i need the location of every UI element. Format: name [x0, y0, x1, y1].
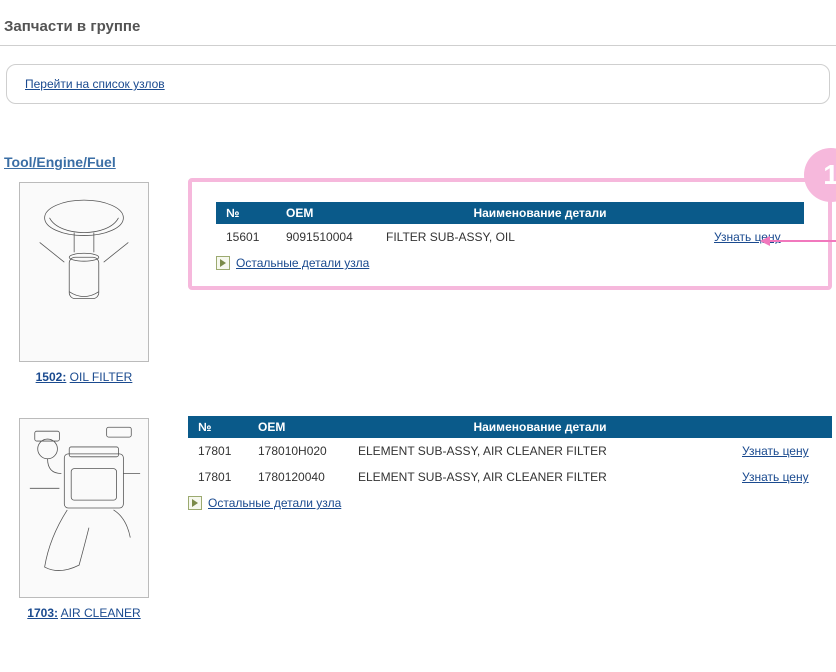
col-oem: OEM: [276, 202, 376, 224]
thumbnail-caption[interactable]: 1502: OIL FILTER: [4, 370, 164, 384]
diagram-icon: [20, 183, 148, 361]
go-to-nodes-link[interactable]: Перейти на список узлов: [25, 77, 165, 91]
cell-name: ELEMENT SUB-ASSY, AIR CLEANER FILTER: [348, 464, 732, 490]
callout-arrow-icon: [768, 240, 836, 242]
group-code: 1502:: [36, 370, 67, 384]
cell-price: Узнать цену: [732, 464, 832, 490]
col-no: №: [216, 202, 276, 224]
table-column: № OEM Наименование детали 17801 178010H0…: [188, 412, 832, 510]
group-title: AIR CLEANER: [61, 606, 141, 620]
section-link[interactable]: Tool/Engine/Fuel: [4, 154, 116, 170]
price-link[interactable]: Узнать цену: [742, 470, 809, 484]
cell-name: FILTER SUB-ASSY, OIL: [376, 224, 704, 250]
cell-no: 15601: [216, 224, 276, 250]
cell-no: 17801: [188, 438, 248, 464]
col-price: [704, 202, 804, 224]
cell-price: Узнать цену: [704, 224, 804, 250]
diagram-icon: [20, 419, 148, 597]
page-title: Запчасти в группе: [0, 0, 836, 45]
col-oem: OEM: [248, 416, 348, 438]
group-title: OIL FILTER: [70, 370, 133, 384]
expand-icon[interactable]: [216, 256, 230, 270]
rest-parts-row: Остальные детали узла: [216, 250, 804, 270]
price-link[interactable]: Узнать цену: [742, 444, 809, 458]
col-name: Наименование детали: [376, 202, 704, 224]
table-row: 17801 178010H020 ELEMENT SUB-ASSY, AIR C…: [188, 438, 832, 464]
cell-name: ELEMENT SUB-ASSY, AIR CLEANER FILTER: [348, 438, 732, 464]
callout-badge: 1: [804, 148, 836, 202]
thumbnail-column: 1502: OIL FILTER: [4, 176, 164, 384]
rest-parts-link[interactable]: Остальные детали узла: [236, 256, 369, 270]
nodes-link-box: Перейти на список узлов: [6, 64, 830, 104]
table-row: 15601 9091510004 FILTER SUB-ASSY, OIL Уз…: [216, 224, 804, 250]
expand-icon[interactable]: [188, 496, 202, 510]
part-group: 1502: OIL FILTER 1 № OEM Наименование де…: [0, 176, 836, 384]
parts-table: № OEM Наименование детали 17801 178010H0…: [188, 416, 832, 490]
group-code: 1703:: [27, 606, 58, 620]
part-group: 1703: AIR CLEANER № OEM Наименование дет…: [0, 412, 836, 620]
part-diagram-thumbnail[interactable]: [19, 182, 149, 362]
parts-table: № OEM Наименование детали 15601 90915100…: [216, 202, 804, 250]
rest-parts-link[interactable]: Остальные детали узла: [208, 496, 341, 510]
cell-no: 17801: [188, 464, 248, 490]
divider: [0, 45, 836, 46]
thumbnail-caption[interactable]: 1703: AIR CLEANER: [4, 606, 164, 620]
cell-oem: 178010H020: [248, 438, 348, 464]
highlighted-area: 1 № OEM Наименование детали 15601 909151…: [188, 178, 832, 290]
col-name: Наименование детали: [348, 416, 732, 438]
cell-oem: 1780120040: [248, 464, 348, 490]
part-diagram-thumbnail[interactable]: [19, 418, 149, 598]
cell-oem: 9091510004: [276, 224, 376, 250]
thumbnail-column: 1703: AIR CLEANER: [4, 412, 164, 620]
table-row: 17801 1780120040 ELEMENT SUB-ASSY, AIR C…: [188, 464, 832, 490]
col-no: №: [188, 416, 248, 438]
rest-parts-row: Остальные детали узла: [188, 490, 832, 510]
cell-price: Узнать цену: [732, 438, 832, 464]
col-price: [732, 416, 832, 438]
